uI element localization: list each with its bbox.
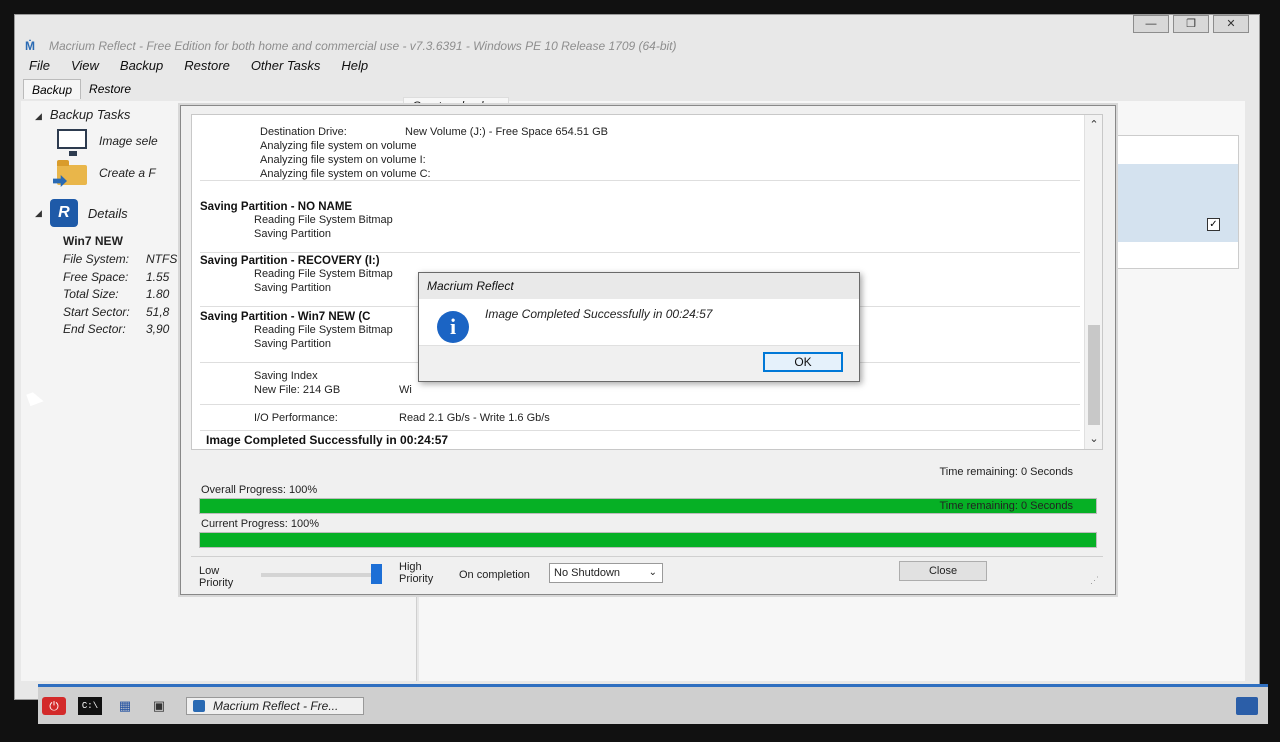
maximize-button[interactable]: ❐ <box>1173 15 1209 33</box>
camera-icon[interactable]: ▣ <box>148 697 170 715</box>
completion-message-box: Macrium Reflect i Image Completed Succes… <box>418 272 860 382</box>
io-performance-row: I/O Performance: Read 2.1 Gb/s - Write 1.… <box>254 412 550 424</box>
log-line: Analyzing file system on volume C: <box>260 168 431 180</box>
msgbox-title: Macrium Reflect <box>419 273 859 299</box>
low-priority-label: Low Priority <box>199 565 234 589</box>
window-controls: — ❐ ✕ <box>1133 15 1249 33</box>
new-file-row: New File: 214 GB Wi <box>254 384 412 396</box>
log-line: Reading File System Bitmap <box>254 214 393 226</box>
network-icon[interactable]: ▦ <box>114 697 136 715</box>
menu-restore[interactable]: Restore <box>182 55 241 77</box>
menu-view[interactable]: View <box>69 55 110 77</box>
menu-bar: File View Backup Restore Other Tasks Hel… <box>15 55 387 77</box>
monitor-icon <box>55 127 89 156</box>
menu-backup[interactable]: Backup <box>118 55 174 77</box>
chevron-down-icon[interactable]: ⌄ <box>1085 431 1102 447</box>
detail-row: File System: NTFS <box>63 252 178 267</box>
log-io-section: I/O Performance: Read 2.1 Gb/s - Write 1.… <box>200 407 1080 431</box>
destination-row: Destination Drive: New Volume (J:) - Free… <box>260 126 608 138</box>
log-line: Analyzing file system on volume I: <box>260 154 426 166</box>
taskbar: ⏻ C:\ ▦ ▣ Macrium Reflect - Fre... <box>38 684 1268 724</box>
completion-status: Image Completed Successfully in 00:24:57 <box>206 433 449 447</box>
current-progress-label: Current Progress: 100% <box>201 518 319 530</box>
log-header-section: Destination Drive: New Volume (J:) - Free… <box>200 125 1080 181</box>
info-icon: i <box>437 311 469 343</box>
minimize-button[interactable]: — <box>1133 15 1169 33</box>
close-button[interactable]: Close <box>899 561 987 581</box>
menu-help[interactable]: Help <box>339 55 379 77</box>
detail-row: End Sector: 3,90 <box>63 322 170 337</box>
task-create-file[interactable]: Create a F <box>53 159 156 187</box>
msgbox-text: Image Completed Successfully in 00:24:57 <box>485 307 713 321</box>
details-header[interactable]: ◢ R Details <box>35 199 128 227</box>
main-tabs: Backup Restore <box>23 79 139 99</box>
overall-time-remaining: Time remaining: 0 Seconds <box>939 466 1074 478</box>
current-time-remaining: Time remaining: 0 Seconds <box>939 500 1074 512</box>
partition-title: Saving Partition - RECOVERY (I:) <box>200 255 380 267</box>
scroll-thumb[interactable] <box>1088 325 1100 425</box>
folder-backup-icon <box>53 159 89 187</box>
tab-backup[interactable]: Backup <box>23 79 82 99</box>
collapse-triangle-icon: ◢ <box>35 207 42 218</box>
partition-title: Saving Partition - NO NAME <box>200 201 353 213</box>
task-create-label: Create a F <box>99 166 156 180</box>
high-priority-label: High Priority <box>399 561 434 585</box>
ok-button[interactable]: OK <box>763 352 843 372</box>
title-bar: Ṁ Macrium Reflect - Free Edition for bot… <box>15 35 1259 57</box>
on-completion-label: On completion <box>459 569 530 581</box>
app-icon: Ṁ <box>25 39 35 53</box>
current-progress-fill <box>200 533 1096 547</box>
disk-name: Win7 NEW <box>63 234 123 248</box>
backup-tasks-header[interactable]: ◢ Backup Tasks <box>35 107 130 122</box>
resize-grip-icon[interactable]: ⋰ <box>1090 575 1099 586</box>
close-window-button[interactable]: ✕ <box>1213 15 1249 33</box>
side-panel: ✓ <box>1105 135 1239 269</box>
current-progress: Time remaining: 0 Seconds Current Progre… <box>199 500 1097 548</box>
msgbox-footer: OK <box>419 345 859 381</box>
log-line: Analyzing file system on volume <box>260 140 417 152</box>
detail-row: Start Sector: 51,8 <box>63 304 170 319</box>
menu-other-tasks[interactable]: Other Tasks <box>249 55 332 77</box>
current-progress-bar <box>199 532 1097 548</box>
task-image-label: Image sele <box>99 134 158 148</box>
detail-row: Free Space: 1.55 <box>63 269 170 284</box>
chevron-down-icon: ⌄ <box>648 567 657 578</box>
tray-network-icon[interactable] <box>1236 697 1258 715</box>
chevron-up-icon[interactable]: ⌃ <box>1085 117 1102 133</box>
task-image-selected[interactable]: Image sele <box>55 127 158 156</box>
priority-slider[interactable] <box>261 564 382 584</box>
log-line: Saving Partition <box>254 228 332 240</box>
window-title: Macrium Reflect - Free Edition for both … <box>49 39 677 53</box>
command-prompt-icon[interactable]: C:\ <box>78 697 102 715</box>
app-icon <box>193 700 205 712</box>
power-icon[interactable]: ⏻ <box>42 697 66 715</box>
overall-progress-label: Overall Progress: 100% <box>201 484 318 496</box>
collapse-triangle-icon: ◢ <box>35 111 42 121</box>
taskbar-app-button[interactable]: Macrium Reflect - Fre... <box>186 697 364 715</box>
log-partition-section: Saving Partition - NO NAME Reading File … <box>200 201 1080 253</box>
dialog-controls: Low Priority High Priority On completion… <box>191 556 1103 589</box>
menu-file[interactable]: File <box>27 55 61 77</box>
on-completion-select[interactable]: No Shutdown ⌄ <box>549 563 663 583</box>
log-scrollbar[interactable]: ⌃ ⌄ <box>1084 115 1102 449</box>
checkbox[interactable]: ✓ <box>1207 218 1220 231</box>
disk-details: Win7 NEW File System: NTFS Free Space: 1.5… <box>63 233 177 338</box>
tab-restore[interactable]: Restore <box>81 79 139 99</box>
detail-row: Total Size: 1.80 <box>63 287 170 302</box>
disk-icon: R <box>49 199 78 227</box>
slider-knob[interactable] <box>371 564 382 584</box>
